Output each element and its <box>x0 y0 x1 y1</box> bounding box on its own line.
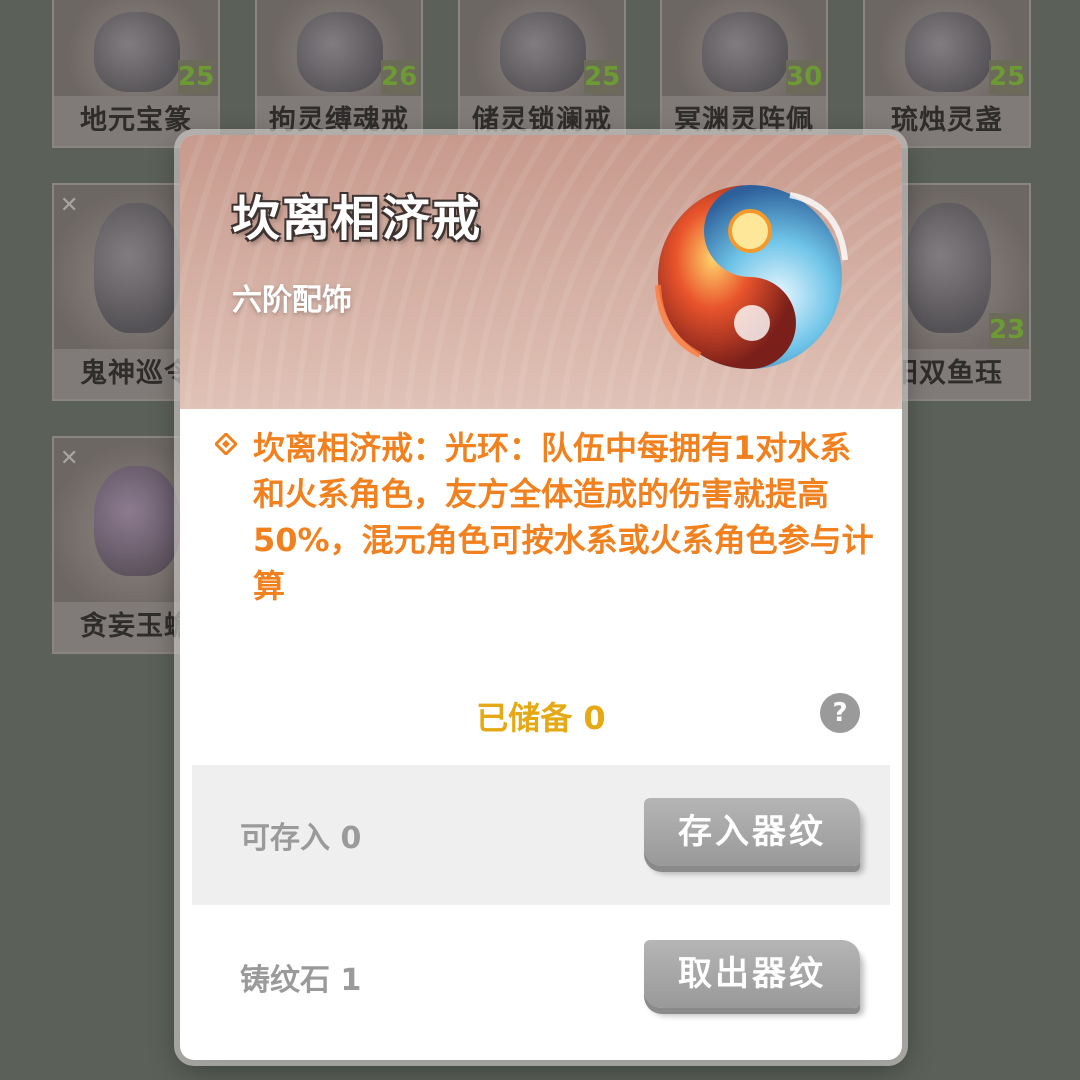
withdraw-pattern-button[interactable]: 取出器纹 <box>644 940 860 1008</box>
ring-art-icon <box>655 185 848 369</box>
grid-item[interactable]: 25 地元宝篆 <box>52 0 220 148</box>
lock-icon: ✕ <box>60 193 79 218</box>
item-level: 30 <box>786 60 823 94</box>
item-level: 25 <box>584 60 621 94</box>
grid-item[interactable]: 25 琉烛灵盏 <box>863 0 1031 148</box>
modal-header: 坎离相济戒 六阶配饰 <box>180 135 902 409</box>
grid-item[interactable]: 26 拘灵缚魂戒 <box>255 0 423 148</box>
item-level: 23 <box>989 313 1026 347</box>
deposit-row: 可存入 0 存入器纹 <box>192 765 890 905</box>
grid-item[interactable]: 25 储灵锁澜戒 <box>458 0 626 148</box>
grid-item[interactable]: 30 冥渊灵阵佩 <box>660 0 828 148</box>
item-level: 25 <box>178 60 215 94</box>
item-level: 25 <box>989 60 1026 94</box>
item-description: 坎离相济戒：光环：队伍中每拥有1对水系和火系角色，友方全体造成的伤害就提高50%… <box>215 425 875 609</box>
deposit-pattern-button[interactable]: 存入器纹 <box>644 798 860 866</box>
stored-count: 已储备 0 <box>476 699 606 737</box>
deposit-available-label: 可存入 0 <box>240 821 362 856</box>
lock-icon: ✕ <box>60 446 79 471</box>
help-icon[interactable]: ? <box>820 693 860 733</box>
description-text: 坎离相济戒：光环：队伍中每拥有1对水系和火系角色，友方全体造成的伤害就提高50%… <box>253 429 874 605</box>
modal-subtitle: 六阶配饰 <box>232 283 352 318</box>
withdraw-row: 铸纹石 1 取出器纹 <box>192 907 890 1047</box>
item-level: 26 <box>381 60 418 94</box>
casting-stone-label: 铸纹石 1 <box>240 963 362 998</box>
modal-title: 坎离相济戒 <box>232 191 483 247</box>
item-detail-modal: 坎离相济戒 六阶配饰 坎离相济戒：光环：队伍中每拥有1对水系和火系角色，友方全体… <box>180 135 902 1060</box>
diamond-bullet-icon <box>215 433 237 455</box>
